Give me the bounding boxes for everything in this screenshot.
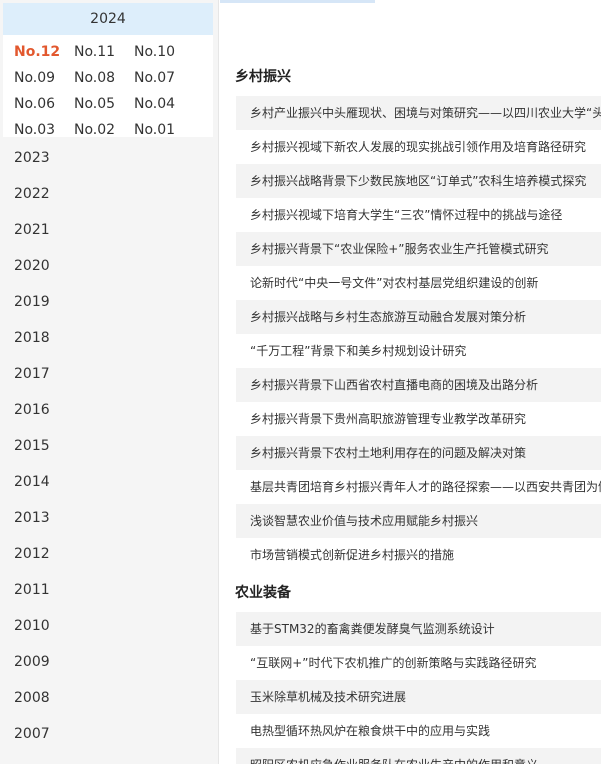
article-list: 乡村产业振兴中头雁现状、困境与对策研究——以四川农业大学“头雁”学员为例乡村振兴… — [236, 96, 601, 572]
article-link[interactable]: 乡村振兴视域下新农人发展的现实挑战引领作用及培育路径研究 — [236, 130, 601, 164]
year-link[interactable]: 2009 — [14, 644, 50, 680]
issue-link[interactable]: No.09 — [14, 65, 74, 91]
issue-grid: No.12 No.11 No.10 No.09 No.08 No.07 No.06 No.05… — [3, 35, 213, 143]
year-link[interactable]: 2023 — [14, 140, 50, 176]
article-link[interactable]: “互联网+”时代下农机推广的创新策略与实践路径研究 — [236, 646, 601, 680]
article-link[interactable]: 基层共青团培育乡村振兴青年人才的路径探索——以西安共青团为例 — [236, 470, 601, 504]
article-link[interactable]: 乡村振兴背景下农村土地利用存在的问题及解决对策 — [236, 436, 601, 470]
year-link[interactable]: 2008 — [14, 680, 50, 716]
article-link[interactable]: 乡村振兴战略与乡村生态旅游互动融合发展对策分析 — [236, 300, 601, 334]
year-link[interactable]: 2022 — [14, 176, 50, 212]
year-list: 2023 2022 2021 2020 2019 2018 2017 2016 2015 2014… — [14, 140, 50, 752]
year-link[interactable]: 2016 — [14, 392, 50, 428]
section-title: 乡村振兴 — [235, 69, 291, 85]
year-link[interactable]: 2015 — [14, 428, 50, 464]
article-link[interactable]: 电热型循环热风炉在粮食烘干中的应用与实践 — [236, 714, 601, 748]
tab-indicator — [220, 0, 375, 3]
year-link[interactable]: 2021 — [14, 212, 50, 248]
issue-link[interactable]: No.08 — [74, 65, 134, 91]
article-link[interactable]: 乡村振兴战略背景下少数民族地区“订单式”农科生培养模式探究 — [236, 164, 601, 198]
issue-link[interactable]: No.01 — [134, 117, 194, 143]
year-link[interactable]: 2012 — [14, 536, 50, 572]
year-link[interactable]: 2014 — [14, 464, 50, 500]
issue-link[interactable]: No.11 — [74, 39, 134, 65]
article-link[interactable]: 玉米除草机械及技术研究进展 — [236, 680, 601, 714]
year-issue-sidebar: 2024 No.12 No.11 No.10 No.09 No.08 No.07 No.06… — [0, 0, 219, 764]
year-link[interactable]: 2007 — [14, 716, 50, 752]
year-link[interactable]: 2013 — [14, 500, 50, 536]
article-link[interactable]: “千万工程”背景下和美乡村规划设计研究 — [236, 334, 601, 368]
issue-link[interactable]: No.05 — [74, 91, 134, 117]
section-title: 农业装备 — [235, 585, 291, 601]
article-link[interactable]: 乡村振兴背景下贵州高职旅游管理专业教学改革研究 — [236, 402, 601, 436]
year-link[interactable]: 2020 — [14, 248, 50, 284]
article-link[interactable]: 浅谈智慧农业价值与技术应用赋能乡村振兴 — [236, 504, 601, 538]
year-link[interactable]: 2017 — [14, 356, 50, 392]
year-link[interactable]: 2018 — [14, 320, 50, 356]
year-link[interactable]: 2019 — [14, 284, 50, 320]
year-link[interactable]: 2011 — [14, 572, 50, 608]
article-link[interactable]: 乡村产业振兴中头雁现状、困境与对策研究——以四川农业大学“头雁”学员为例 — [236, 96, 601, 130]
issue-link[interactable]: No.04 — [134, 91, 194, 117]
journal-page: 2024 No.12 No.11 No.10 No.09 No.08 No.07 No.06… — [0, 0, 601, 764]
issue-link[interactable]: No.07 — [134, 65, 194, 91]
article-link[interactable]: 基于STM32的畜禽粪便发酵臭气监测系统设计 — [236, 612, 601, 646]
article-link[interactable]: 昭阳区农机应急作业服务队在农业生产中的作用和意义 — [236, 748, 601, 764]
year-link[interactable]: 2010 — [14, 608, 50, 644]
article-link[interactable]: 乡村振兴背景下“农业保险+”服务农业生产托管模式研究 — [236, 232, 601, 266]
article-link[interactable]: 论新时代“中央一号文件”对农村基层党组织建设的创新 — [236, 266, 601, 300]
article-content: 乡村振兴乡村产业振兴中头雁现状、困境与对策研究——以四川农业大学“头雁”学员为例… — [220, 0, 601, 764]
article-link[interactable]: 市场营销模式创新促进乡村振兴的措施 — [236, 538, 601, 572]
current-year-header[interactable]: 2024 — [3, 3, 213, 35]
article-link[interactable]: 乡村振兴视域下培育大学生“三农”情怀过程中的挑战与途径 — [236, 198, 601, 232]
article-link[interactable]: 乡村振兴背景下山西省农村直播电商的困境及出路分析 — [236, 368, 601, 402]
issue-link[interactable]: No.12 — [14, 39, 74, 65]
issue-link[interactable]: No.10 — [134, 39, 194, 65]
issue-link[interactable]: No.02 — [74, 117, 134, 143]
issue-link[interactable]: No.06 — [14, 91, 74, 117]
current-year-panel: 2024 No.12 No.11 No.10 No.09 No.08 No.07 No.06… — [3, 3, 213, 138]
article-list: 基于STM32的畜禽粪便发酵臭气监测系统设计 “互联网+”时代下农机推广的创新策略… — [236, 612, 601, 764]
